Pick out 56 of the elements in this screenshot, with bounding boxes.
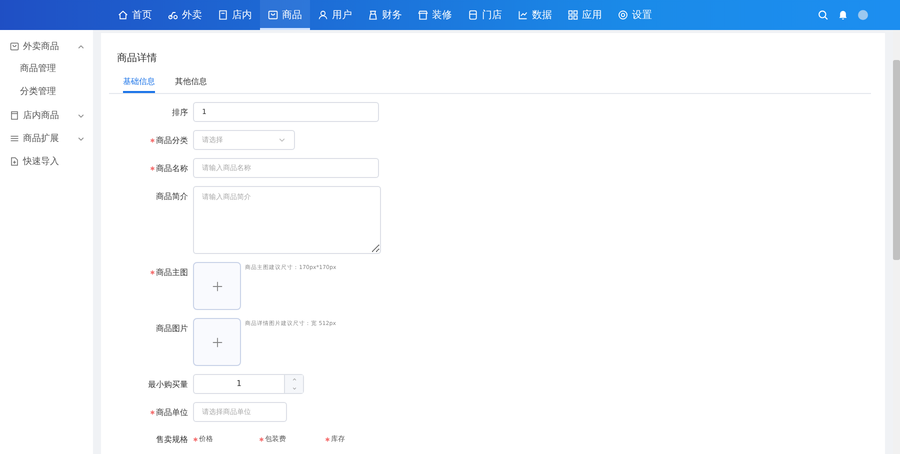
sidebar-item[interactable]: 店内商品 xyxy=(0,104,93,127)
sidebar-item[interactable]: 快速导入 xyxy=(0,150,93,173)
cabinet-icon xyxy=(468,10,478,20)
sidebar-item[interactable]: 外卖商品 xyxy=(0,35,93,58)
line-chart-icon xyxy=(518,10,528,20)
list-icon xyxy=(10,134,19,143)
grid-icon xyxy=(568,10,578,20)
plus-icon xyxy=(212,336,222,348)
nav-tab[interactable]: 装修 xyxy=(410,0,460,30)
field-label: 最小购买量 xyxy=(148,378,188,390)
increment-icon[interactable] xyxy=(290,376,298,383)
tab[interactable]: 基础信息 xyxy=(123,72,155,93)
nav-tab[interactable]: 数据 xyxy=(510,0,560,30)
document-icon xyxy=(10,111,19,120)
nav-tab[interactable]: 外卖 xyxy=(160,0,210,30)
avatar[interactable] xyxy=(858,10,868,20)
bell-icon[interactable] xyxy=(838,10,848,20)
nav-tab[interactable]: 设置 xyxy=(610,0,660,30)
sidebar-subitem[interactable]: 分类管理 xyxy=(0,81,93,104)
field-label: 商品图片 xyxy=(156,322,188,334)
file-icon xyxy=(10,157,19,166)
nav-tab[interactable]: 应用 xyxy=(560,0,610,30)
field-label: 商品分类 xyxy=(156,134,188,146)
user-icon xyxy=(318,10,328,20)
settings-icon xyxy=(618,10,628,20)
plus-icon xyxy=(212,280,222,292)
nav-tab[interactable]: 商品 xyxy=(260,0,310,30)
shop-icon xyxy=(418,10,428,20)
page-title: 商品详情 xyxy=(116,52,158,66)
upload-button[interactable] xyxy=(193,318,241,366)
box-icon xyxy=(268,10,278,20)
nav-tab[interactable]: 门店 xyxy=(460,0,510,30)
decrement-icon[interactable] xyxy=(290,385,298,392)
field-label: 商品名称 xyxy=(156,162,188,174)
field-label: 商品主图 xyxy=(156,266,188,278)
field-label: 售卖规格 xyxy=(156,434,188,444)
scrollbar[interactable] xyxy=(893,30,900,454)
bicycle-icon xyxy=(168,10,178,20)
tab[interactable]: 其他信息 xyxy=(175,72,207,93)
sidebar-item[interactable]: 商品扩展 xyxy=(0,127,93,150)
box-icon xyxy=(10,42,19,51)
sidebar-subitem[interactable]: 商品管理 xyxy=(0,58,93,81)
home-icon xyxy=(118,10,128,20)
upload-button[interactable] xyxy=(193,262,241,310)
nav-tab[interactable]: 财务 xyxy=(360,0,410,30)
number-field[interactable]: 1 xyxy=(193,374,304,394)
document-icon xyxy=(218,10,228,20)
field-label: 商品单位 xyxy=(156,406,188,418)
bag-icon xyxy=(368,10,378,20)
field-label: 排序 xyxy=(172,106,188,118)
nav-tab[interactable]: 首页 xyxy=(110,0,160,30)
field-label: 商品简介 xyxy=(156,190,188,202)
search-icon[interactable] xyxy=(818,10,828,20)
nav-tab[interactable]: 用户 xyxy=(310,0,360,30)
chevron-down-icon xyxy=(278,136,286,144)
nav-tab[interactable]: 店内 xyxy=(210,0,260,30)
